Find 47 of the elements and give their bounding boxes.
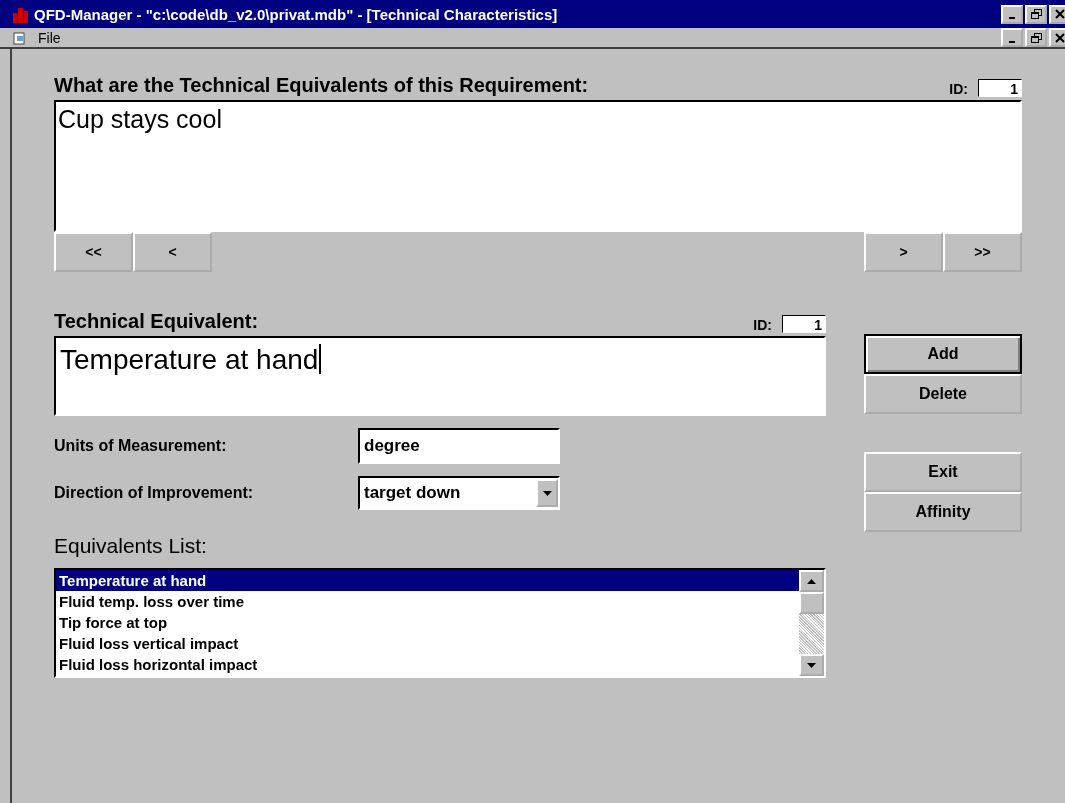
restore-icon [1030,9,1042,19]
id-field[interactable]: 1 [978,79,1022,97]
list-item[interactable]: Fluid loss vertical impact [56,633,799,654]
list-item[interactable]: Fluid loss horizontal impact [56,654,799,675]
equivalent-field[interactable]: Temperature at hand [54,336,826,416]
requirement-heading: What are the Technical Equivalents of this Requirement: [54,74,590,97]
direction-label: Direction of Improvement: [54,484,255,502]
action-button[interactable]: Affinity [864,492,1022,532]
id-field[interactable]: 1 [782,315,826,333]
minimize-icon [1009,17,1015,19]
first-button[interactable]: << [54,232,133,272]
last-button[interactable]: >> [943,232,1022,272]
close-button[interactable] [1049,28,1065,47]
previous-button[interactable]: < [133,232,212,272]
list-item[interactable]: Fluid temp. loss over time [56,591,799,612]
id-label: ID: [949,81,968,97]
minimize-button[interactable] [1001,28,1023,47]
restore-icon [1030,32,1042,43]
units-field[interactable]: degree [358,428,560,464]
id-label: ID: [753,317,772,333]
minimize-button[interactable] [1001,4,1023,24]
up-arrow-icon [807,578,816,584]
close-icon [1055,9,1065,19]
restore-button[interactable] [1025,28,1047,47]
menu-item[interactable]: File [34,29,65,46]
direction-dropdown[interactable]: target down [358,476,560,510]
close-icon [1055,32,1065,43]
list-label: Equivalents List: [54,534,208,558]
requirement-text-field[interactable]: Cup stays cool [54,100,1022,232]
equivalent-label: Technical Equivalent: [54,310,260,333]
restore-button[interactable] [1025,4,1047,24]
next-button[interactable]: > [864,232,943,272]
window-title: QFD-Manager - "c:\code\db_v2.0\privat.mdb" - [Technical Characteristics] [34,5,559,23]
list-item[interactable]: Temperature at hand [56,570,799,591]
scrollbar[interactable] [799,570,824,676]
down-arrow-icon [807,662,816,668]
list-item[interactable]: Tip force at top [56,612,799,633]
document-icon[interactable] [12,30,28,45]
action-button[interactable]: Exit [864,452,1022,492]
bar-chart-icon [12,5,30,23]
close-button[interactable] [1049,4,1065,24]
minimize-icon [1009,40,1015,43]
action-button[interactable]: Delete [864,374,1022,414]
dropdown-arrow-icon [542,490,552,496]
action-button[interactable]: Add [864,334,1022,374]
scroll-thumb[interactable] [799,592,824,614]
units-label: Units of Measurement: [54,437,228,455]
